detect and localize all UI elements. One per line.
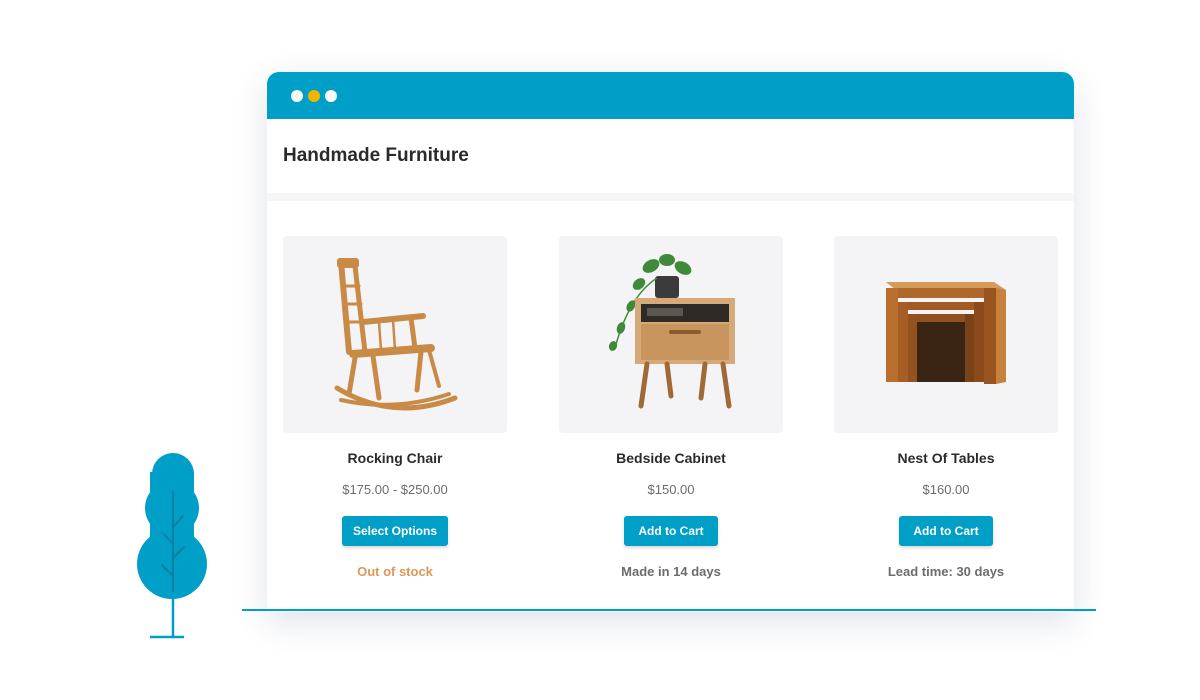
- window-control-dot[interactable]: [325, 90, 337, 102]
- product-card-nest-of-tables: Nest Of Tables $160.00 Add to Cart Lead …: [834, 236, 1058, 586]
- product-name[interactable]: Nest Of Tables: [834, 450, 1058, 466]
- browser-window: Handmade Furniture Rocking Chair $175.00…: [267, 72, 1074, 612]
- product-image[interactable]: [834, 236, 1058, 433]
- add-to-cart-button[interactable]: Add to Cart: [624, 516, 718, 546]
- lead-time-note: Lead time: 30 days: [887, 564, 1005, 579]
- add-to-cart-button[interactable]: Add to Cart: [899, 516, 993, 546]
- stock-status: Out of stock: [357, 564, 433, 579]
- lead-time-note: Made in 14 days: [621, 564, 721, 579]
- tree-icon: [137, 453, 207, 639]
- product-name[interactable]: Bedside Cabinet: [559, 450, 783, 466]
- product-card-rocking-chair: Rocking Chair $175.00 - $250.00 Select O…: [283, 236, 507, 586]
- nest-of-tables-image: [886, 282, 1006, 384]
- select-options-button[interactable]: Select Options: [342, 516, 448, 546]
- ground-line: [242, 609, 1096, 611]
- window-control-dot[interactable]: [308, 90, 320, 102]
- product-grid: Rocking Chair $175.00 - $250.00 Select O…: [267, 201, 1074, 612]
- product-image[interactable]: [283, 236, 507, 433]
- rocking-chair-image: [334, 258, 458, 411]
- product-card-bedside-cabinet: Bedside Cabinet $150.00 Add to Cart Made…: [559, 236, 783, 586]
- product-name[interactable]: Rocking Chair: [283, 450, 507, 466]
- product-image[interactable]: [559, 236, 783, 433]
- product-price: $175.00 - $250.00: [342, 482, 448, 497]
- page-title: Handmade Furniture: [283, 145, 469, 166]
- window-titlebar: [267, 72, 1074, 119]
- page-header: Handmade Furniture: [267, 119, 1074, 193]
- bedside-cabinet-image: [608, 254, 735, 409]
- product-price: $160.00: [922, 482, 970, 497]
- product-price: $150.00: [647, 482, 695, 497]
- window-control-dot[interactable]: [291, 90, 303, 102]
